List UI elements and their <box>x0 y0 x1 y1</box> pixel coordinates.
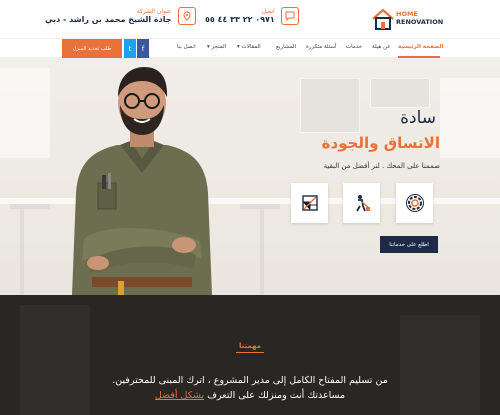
top-bar: HOME RENOVATION اتصل ٠٩٧١ ٢٢ ٣٣ ٤٤ ٥٥ عن… <box>0 0 500 38</box>
nav-item-projects[interactable]: المشاريع <box>276 44 296 50</box>
phone-value: ٠٩٧١ ٢٢ ٣٣ ٤٤ ٥٥ <box>205 15 275 24</box>
feature-card-settings[interactable] <box>396 183 433 223</box>
nav-item-home[interactable]: الصفحة الرئيسية <box>398 44 443 50</box>
address-label: عنوان الشركة <box>136 8 172 15</box>
feature-card-cleaning[interactable] <box>343 183 380 223</box>
logo-line-2: RENOVATION <box>396 18 444 26</box>
request-renovation-button[interactable]: طلب تجديد المنزل <box>62 39 122 58</box>
hero-description: صممنا على المحك . لنر أفضل من البقية <box>323 162 440 170</box>
blueprint-icon <box>301 195 318 211</box>
hero-title: الاتساق والجودة <box>321 134 440 152</box>
main-nav: طلب تجديد المنزل t f اتصل بنا المتجر ▾ ا… <box>0 38 500 58</box>
nav-item-store[interactable]: المتجر ▾ <box>207 44 226 50</box>
cleaning-worker-icon <box>355 195 370 212</box>
hero-subtitle: سادة <box>400 108 436 128</box>
phone-contact[interactable]: اتصل ٠٩٧١ ٢٢ ٣٣ ٤٤ ٥٥ <box>205 7 299 25</box>
background-ladder <box>20 305 90 415</box>
phone-label: اتصل <box>261 8 275 15</box>
view-services-button[interactable]: اطلع على خدماتنا <box>380 236 438 253</box>
logo-line-1: HOME <box>396 10 418 18</box>
mission-divider <box>236 352 264 353</box>
mission-text-prefix: مساعدتك أنت ومنزلك على التعرف <box>207 390 346 401</box>
mission-section: مهمتنا من تسليم المفتاح الكامل إلى مدير … <box>0 295 500 415</box>
background-shelf <box>400 315 480 415</box>
address-contact: عنوان الشركة جادة الشيخ محمد بن راشد - د… <box>45 7 196 25</box>
gear-icon <box>405 194 424 212</box>
nav-item-store-label: المتجر <box>211 44 227 50</box>
house-icon <box>372 8 394 30</box>
feature-card-blueprint[interactable] <box>291 183 328 223</box>
chevron-down-icon: ▾ <box>207 44 210 50</box>
nav-item-articles[interactable]: المقالات ▾ <box>237 44 261 50</box>
nav-item-about[interactable]: عن هيلة <box>372 44 391 50</box>
chat-icon <box>280 7 299 25</box>
twitter-icon[interactable]: t <box>124 39 136 58</box>
logo[interactable]: HOME RENOVATION <box>372 6 444 32</box>
location-pin-icon <box>177 7 196 25</box>
address-value: جادة الشيخ محمد بن راشد - دبي <box>45 15 172 24</box>
nav-item-contact[interactable]: اتصل بنا <box>177 44 196 50</box>
nav-item-faq[interactable]: أسئلة متكررة <box>306 44 337 50</box>
nav-item-services[interactable]: خدمات <box>346 44 362 50</box>
worker-image <box>72 67 212 295</box>
nav-item-articles-label: المقالات <box>241 44 261 50</box>
chevron-down-icon: ▾ <box>237 44 240 50</box>
mission-text-line-2: مساعدتك أنت ومنزلك على التعرف بشكل أفضل <box>100 390 400 401</box>
mission-label: مهمتنا <box>239 342 261 350</box>
facebook-icon[interactable]: f <box>137 39 149 58</box>
mission-highlight: بشكل أفضل <box>154 390 205 401</box>
mission-text-line-1: من تسليم المفتاح الكامل إلى مدير المشروع… <box>112 375 388 386</box>
